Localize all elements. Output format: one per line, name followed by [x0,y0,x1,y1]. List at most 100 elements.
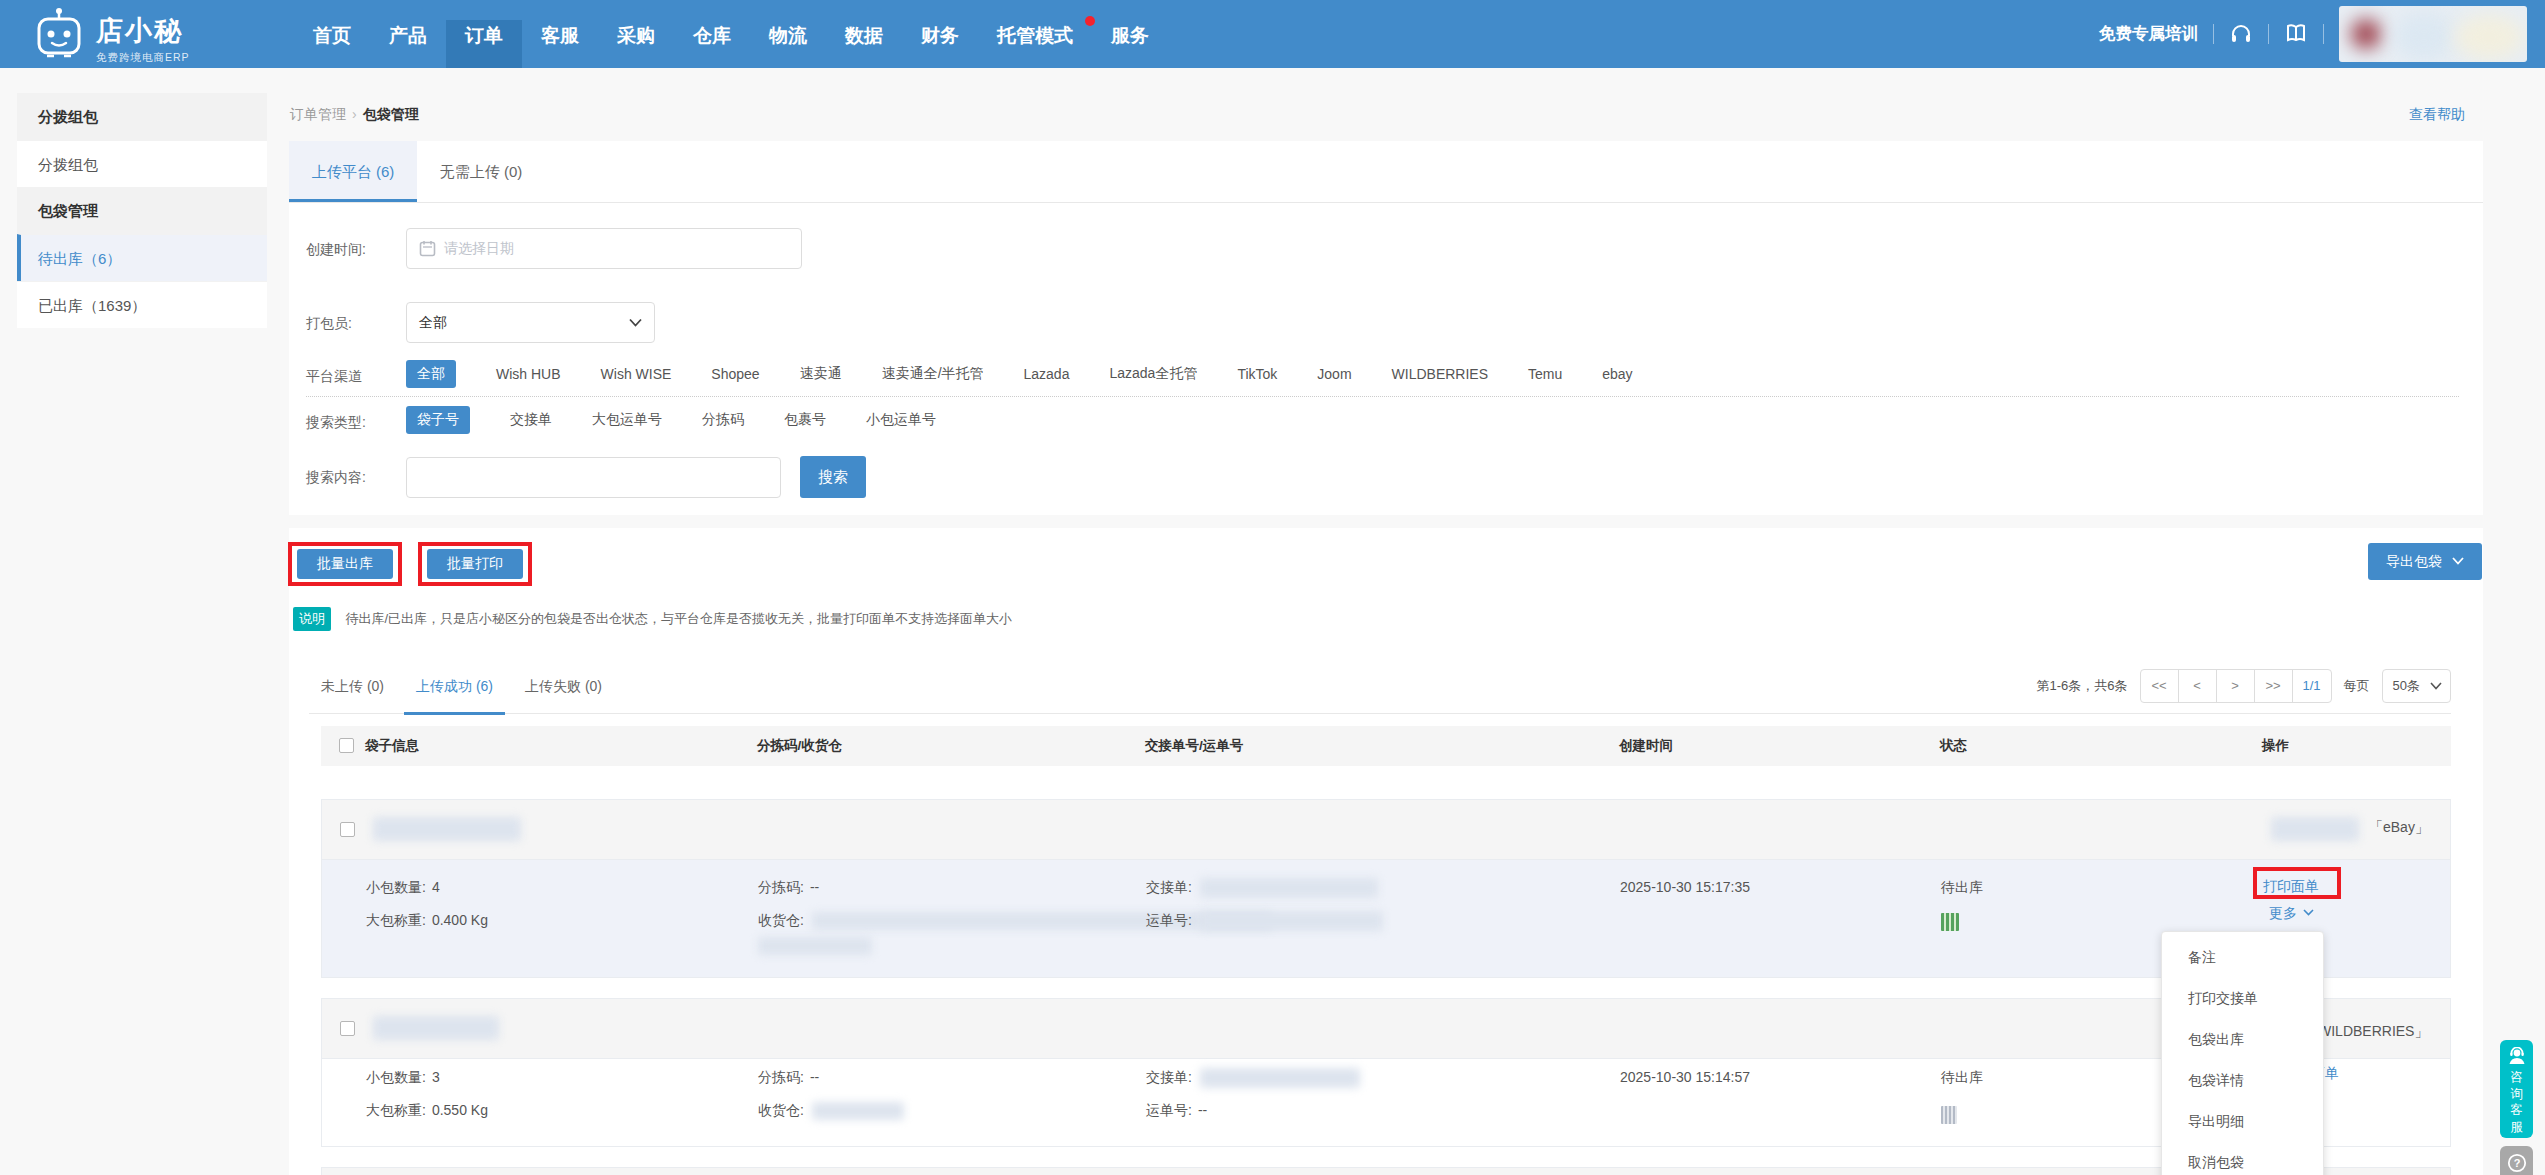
search-content-input[interactable] [406,457,781,498]
per-page-label: 每页 [2344,677,2370,695]
nav-home[interactable]: 首页 [294,0,370,68]
per-page-select[interactable]: 50条 [2382,669,2451,703]
nav-managed-mode[interactable]: 托管模式 [978,0,1092,68]
search-type-handover[interactable]: 交接单 [510,411,552,429]
bag-id-blurred [373,817,521,841]
platform-chip-lazada-managed[interactable]: Lazada全托管 [1109,365,1197,383]
sidebar-item-group-pack[interactable]: 分拨组包 [17,140,267,187]
handover-no-blurred [1200,878,1378,898]
menu-item-export-detail[interactable]: 导出明细 [2162,1101,2323,1142]
brand-name: 店小秘 [96,13,190,49]
packer-label: 打包员: [306,315,352,333]
platform-chip-temu[interactable]: Temu [1528,366,1562,382]
nav-logistics[interactable]: 物流 [750,0,826,68]
status-text: 待出库 [1941,871,1983,904]
page-first-button[interactable]: << [2141,670,2179,702]
search-type-big-tracking[interactable]: 大包运单号 [592,411,662,429]
pagination-summary: 第1-6条，共6条 [2037,677,2128,695]
date-range-input[interactable]: 请选择日期 [406,228,802,269]
tab-upload-failed[interactable]: 上传失败 (0) [513,658,614,714]
nav-finance[interactable]: 财务 [902,0,978,68]
menu-item-print-handover[interactable]: 打印交接单 [2162,978,2323,1019]
bag-id-blurred [373,1016,499,1040]
menu-item-bag-detail[interactable]: 包袋详情 [2162,1060,2323,1101]
platform-chip-aliexpress-managed[interactable]: 速卖通全/半托管 [882,365,984,383]
export-bags-button[interactable]: 导出包袋 [2368,543,2482,580]
batch-print-button[interactable]: 批量打印 [427,549,523,579]
manual-book-icon[interactable] [2284,22,2308,46]
search-type-bag-no[interactable]: 袋子号 [406,406,470,434]
row-checkbox[interactable] [340,1021,355,1036]
topbar-separator [2213,24,2214,44]
col-created: 创建时间 [1619,726,1673,766]
view-help-link[interactable]: 查看帮助 [2409,106,2465,124]
nav-data[interactable]: 数据 [826,0,902,68]
row-checkbox[interactable] [340,822,355,837]
sidebar-item-outbound-done[interactable]: 已出库（1639） [17,281,267,328]
packer-select[interactable]: 全部 [406,302,655,343]
platform-chip-lazada[interactable]: Lazada [1024,366,1070,382]
nav-services[interactable]: 服务 [1092,0,1168,68]
col-operation: 操作 [2262,726,2289,766]
menu-item-cancel-bag[interactable]: 取消包袋 [2162,1142,2323,1175]
page-next-button[interactable]: > [2217,670,2255,702]
breadcrumb-parent[interactable]: 订单管理 [290,106,346,122]
customer-service-float-button[interactable]: 咨询客服 [2500,1040,2533,1138]
notification-dot [1085,16,1095,26]
platform-chip-wildberries[interactable]: WILDBERRIES [1392,366,1488,382]
menu-item-bag-outbound[interactable]: 包袋出库 [2162,1019,2323,1060]
col-handover-tracking: 交接单号/运单号 [1145,726,1243,766]
nav-products[interactable]: 产品 [370,0,446,68]
page-last-button[interactable]: >> [2255,670,2293,702]
brand-logo[interactable]: 店小秘 免费跨境电商ERP [32,7,190,65]
barcode-status-icon [1941,913,1959,931]
sidebar: 分拨组包 分拨组包 包袋管理 待出库（6） 已出库（1639） [17,93,267,328]
nav-purchase[interactable]: 采购 [598,0,674,68]
bag-row-group [321,1167,2451,1175]
help-float-button[interactable]: ? [2500,1146,2533,1175]
calendar-icon [419,240,436,257]
nav-orders[interactable]: 订单 [446,0,522,68]
user-account-blurred[interactable] [2339,6,2527,62]
free-training-link[interactable]: 免费专属培训 [2099,23,2198,45]
sidebar-item-pending-outbound[interactable]: 待出库（6） [17,234,267,281]
created-time: 2025-10-30 15:17:35 [1620,871,1750,904]
tab-no-upload[interactable]: 无需上传 (0) [417,141,545,202]
pagination: 第1-6条，共6条 << < > >> 1/1 每页 50条 [2037,658,2452,714]
platform-chip-shopee[interactable]: Shopee [711,366,759,382]
headset-icon[interactable] [2229,22,2253,46]
chevron-down-icon [629,318,642,327]
breadcrumb-current: 包袋管理 [363,106,419,122]
notice-row: 说明 待出库/已出库，只是店小秘区分的包袋是否出仓状态，与平台仓库是否揽收无关，… [293,607,1012,631]
search-type-sort-code[interactable]: 分拣码 [702,411,744,429]
tab-not-uploaded[interactable]: 未上传 (0) [309,658,396,714]
search-button[interactable]: 搜索 [800,456,866,498]
platform-chip-wish-wise[interactable]: Wish WISE [601,366,672,382]
shop-name-blurred [2271,817,2359,841]
menu-item-remark[interactable]: 备注 [2162,937,2323,978]
nav-service[interactable]: 客服 [522,0,598,68]
search-type-small-tracking[interactable]: 小包运单号 [866,411,936,429]
tab-upload-platform[interactable]: 上传平台 (6) [289,141,417,202]
platform-chip-wish-hub[interactable]: Wish HUB [496,366,561,382]
tab-upload-success[interactable]: 上传成功 (6) [404,658,505,714]
platform-chip-aliexpress[interactable]: 速卖通 [800,365,842,383]
more-actions-menu: 备注 打印交接单 包袋出库 包袋详情 导出明细 取消包袋 [2161,931,2324,1175]
platform-chip-joom[interactable]: Joom [1317,366,1351,382]
svg-text:?: ? [2513,1157,2520,1169]
more-dropdown-link[interactable]: 更多 [2269,905,2314,923]
print-label-link[interactable]: 打印面单 [2263,878,2319,896]
topbar-separator [2323,24,2324,44]
batch-outbound-button[interactable]: 批量出库 [297,549,393,579]
barcode-status-icon [1941,1106,1957,1124]
page-prev-button[interactable]: < [2179,670,2217,702]
platform-chip-tiktok[interactable]: TikTok [1237,366,1277,382]
nav-warehouse[interactable]: 仓库 [674,0,750,68]
dotted-divider [306,396,2459,397]
select-all-checkbox[interactable] [339,738,354,753]
platform-chip-all[interactable]: 全部 [406,360,456,388]
create-time-label: 创建时间: [306,241,366,259]
search-type-parcel-no[interactable]: 包裹号 [784,411,826,429]
breadcrumb: 订单管理›包袋管理 [290,106,419,124]
platform-chip-ebay[interactable]: ebay [1602,366,1632,382]
